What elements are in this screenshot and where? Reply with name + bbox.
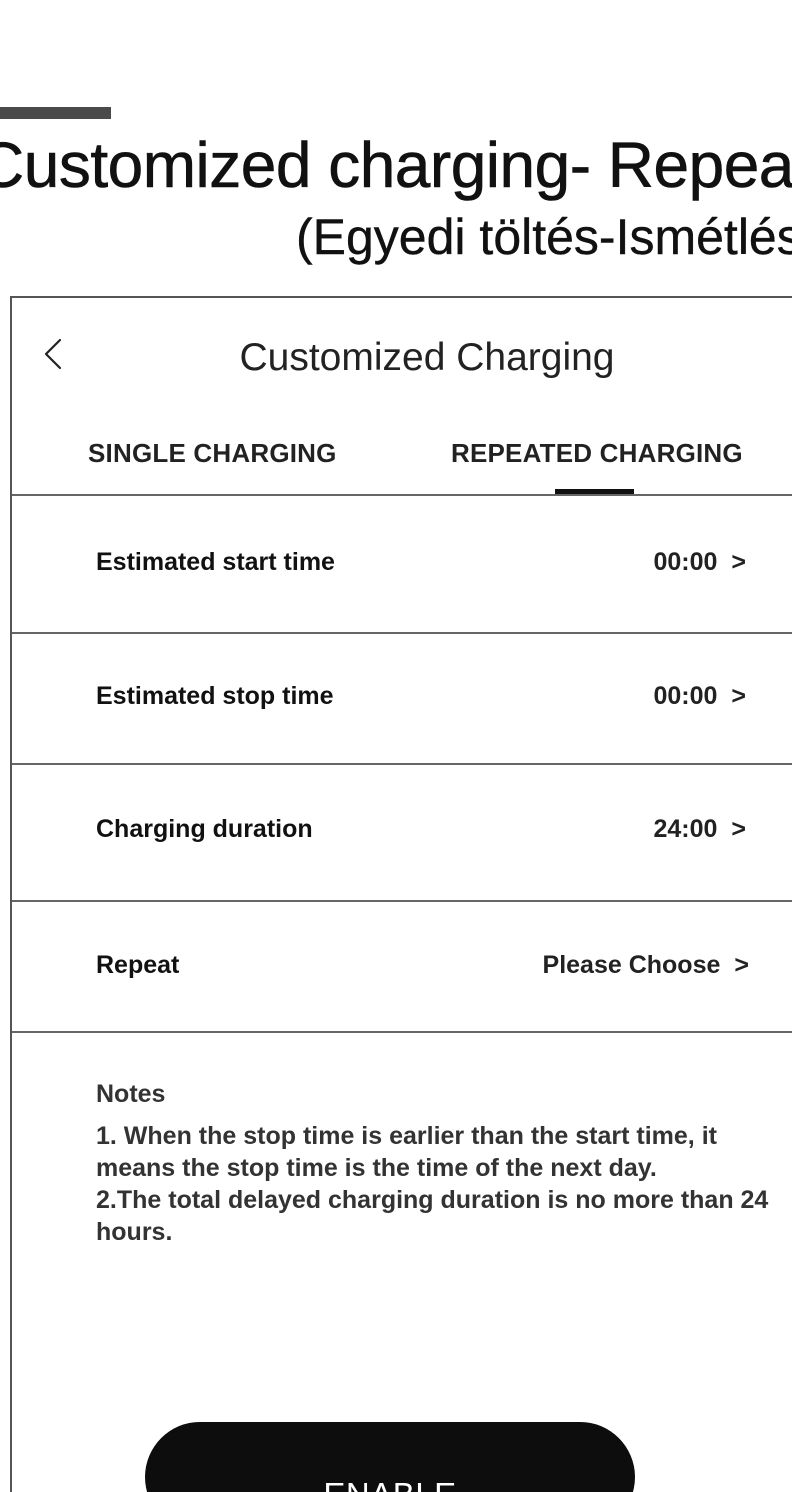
row-label: Repeat bbox=[96, 951, 180, 979]
row-value: Please Choose > bbox=[543, 951, 749, 980]
notes-title: Notes bbox=[96, 1080, 166, 1108]
charging-duration-value: 24:00 bbox=[653, 815, 718, 843]
document-subtitle: (Egyedi töltés-Ismétlés) bbox=[296, 209, 792, 265]
tab-repeated-charging[interactable]: REPEATED CHARGING bbox=[451, 438, 743, 469]
row-value: 24:00 > bbox=[653, 815, 746, 844]
row-label: Charging duration bbox=[96, 815, 313, 843]
note-line: 2.The total delayed charging duration is… bbox=[96, 1186, 769, 1246]
notes-section: Notes 1. When the stop time is earlier t… bbox=[96, 1078, 776, 1248]
document-title: Customized charging- Repeat bbox=[0, 129, 792, 202]
chevron-right-icon: > bbox=[734, 951, 749, 979]
row-value: 00:00 > bbox=[653, 682, 746, 711]
divider bbox=[12, 763, 792, 765]
phone-screen: Customized Charging SINGLE CHARGING REPE… bbox=[10, 296, 792, 1492]
divider bbox=[12, 632, 792, 634]
page: Customized charging- Repeat (Egyedi tölt… bbox=[0, 0, 792, 1492]
divider bbox=[12, 900, 792, 902]
repeat-value: Please Choose bbox=[542, 951, 721, 979]
repeat-row[interactable]: Repeat Please Choose > bbox=[12, 937, 792, 997]
tab-single-charging[interactable]: SINGLE CHARGING bbox=[88, 438, 337, 469]
row-label: Estimated start time bbox=[96, 548, 335, 576]
note-line: 1. When the stop time is earlier than th… bbox=[96, 1122, 717, 1182]
accent-bar bbox=[0, 107, 111, 119]
screen-title: Customized Charging bbox=[239, 336, 615, 379]
stop-time-row[interactable]: Estimated stop time 00:00 > bbox=[12, 668, 792, 728]
start-time-value: 00:00 bbox=[653, 548, 718, 576]
divider bbox=[12, 494, 792, 496]
enable-button[interactable]: ENABLE bbox=[145, 1422, 635, 1492]
stop-time-value: 00:00 bbox=[653, 682, 718, 710]
chevron-right-icon: > bbox=[731, 682, 746, 710]
divider bbox=[12, 1031, 792, 1033]
start-time-row[interactable]: Estimated start time 00:00 > bbox=[12, 534, 792, 594]
row-label: Estimated stop time bbox=[96, 682, 334, 710]
chevron-right-icon: > bbox=[731, 815, 746, 843]
row-value: 00:00 > bbox=[653, 548, 746, 577]
charging-duration-row[interactable]: Charging duration 24:00 > bbox=[12, 801, 792, 861]
chevron-right-icon: > bbox=[731, 548, 746, 576]
